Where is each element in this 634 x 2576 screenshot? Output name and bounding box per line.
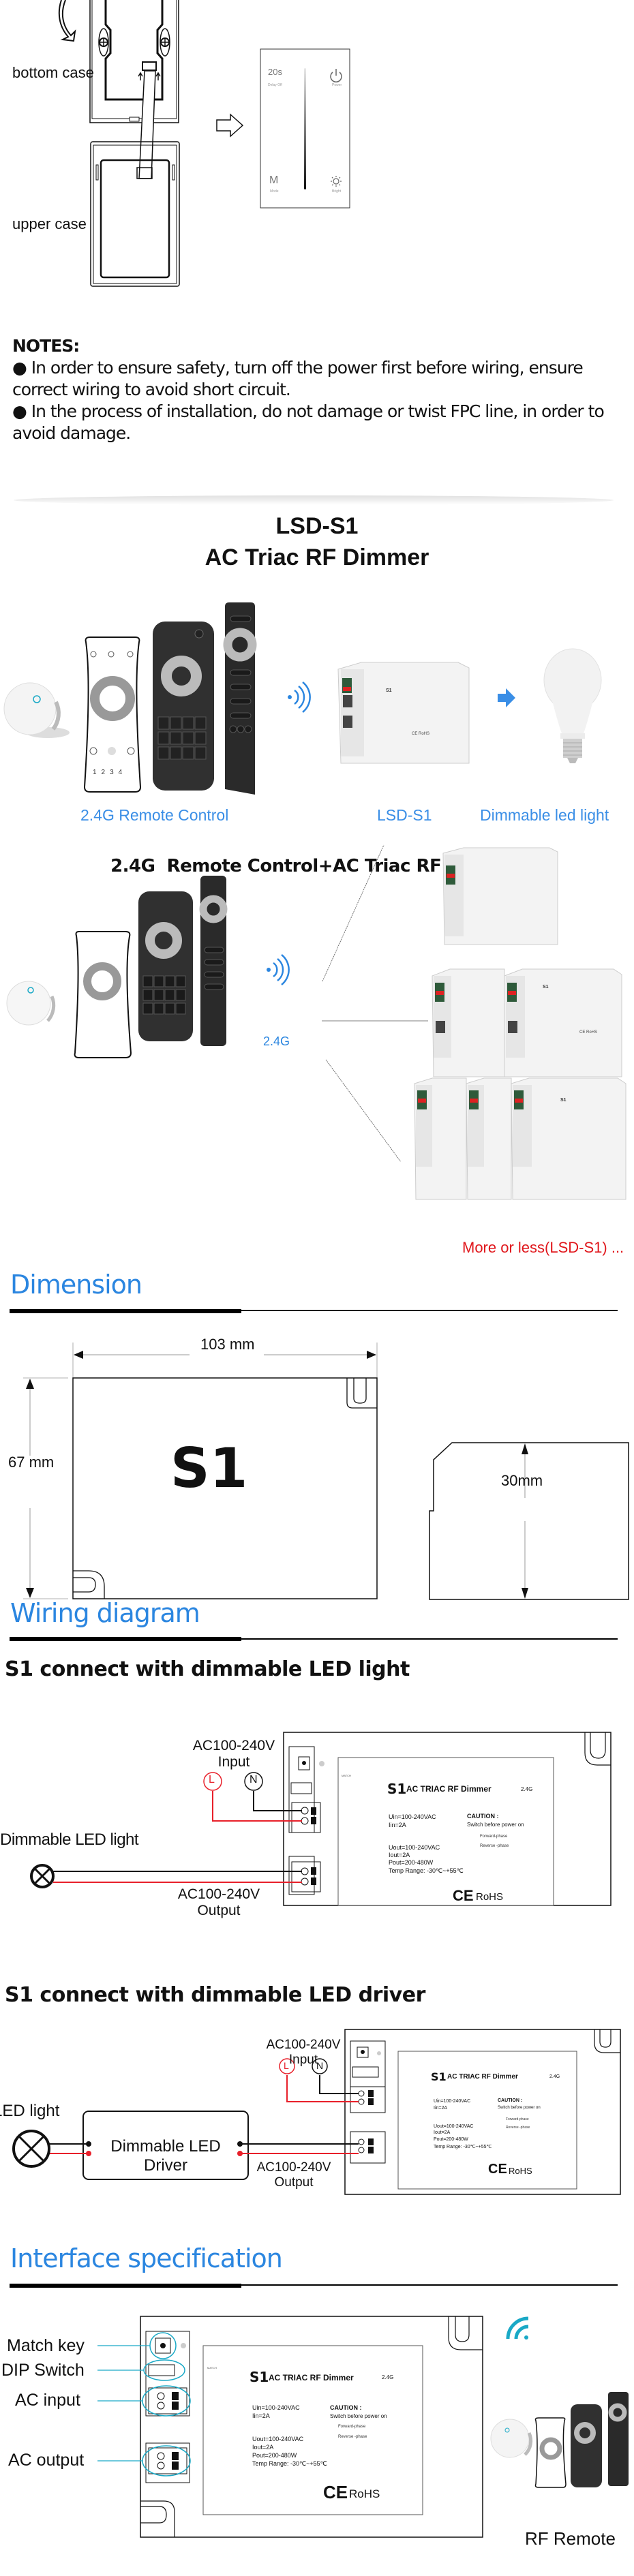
slim-remote-image (223, 602, 257, 795)
device-model-large: S1 (170, 1437, 248, 1500)
l-terminal-label: L (209, 1774, 215, 1785)
dimension-heading: Dimension (10, 1270, 142, 1300)
heading-rule-thin (241, 1638, 618, 1640)
plate-text: S1 AC TRIAC RF Dimmer 2.4G MATCH Uin=100… (207, 2366, 394, 2502)
output-label: AC100-240V Output (177, 1886, 260, 1918)
frequency-label: 2.4G (263, 1034, 290, 1048)
n-terminal-label: N (316, 2060, 324, 2071)
output-label: AC100-240V Output (256, 2160, 331, 2190)
black-remote-image (153, 622, 214, 791)
bottom-case-label: bottom case (12, 64, 94, 81)
panel-mode-label: Mode (270, 189, 279, 194)
dimmer-unit-image: S1 CE RoHS (432, 968, 622, 1077)
svg-text:CE RoHS: CE RoHS (412, 732, 429, 736)
load-label: LED light (0, 2102, 60, 2120)
svg-text:S1: S1 (543, 985, 549, 990)
caption-dimmable-light: Dimmable led light (480, 806, 609, 824)
device-side-outline (429, 1442, 629, 1600)
label-dip-switch: DIP Switch (1, 2361, 85, 2380)
installation-diagram (58, 0, 350, 287)
rf-remote-label: RF Remote (525, 2528, 616, 2549)
led-bulb-image (543, 648, 602, 763)
svg-text:CE RoHS: CE RoHS (579, 1030, 597, 1034)
product-name-title: AC Triac RF Dimmer (205, 545, 429, 570)
plate-text: S1 AC TRIAC RF Dimmer 2.4G MATCH Uin=100… (342, 1774, 533, 1904)
blue-arrow-icon (498, 688, 515, 707)
wireless-signal-icon (288, 681, 311, 713)
upper-case-drawing (90, 141, 180, 287)
panel-mode-value: M (269, 174, 279, 186)
remotes-group-image (6, 876, 228, 1058)
system-illustration: S1 CE RoHS S1 (6, 844, 627, 1200)
interface-heading: Interface specification (10, 2243, 283, 2273)
rotate-arrow-icon (58, 0, 76, 42)
bottom-case-drawing (89, 0, 179, 123)
input-label: AC100-240V Input (266, 2038, 341, 2067)
notes-title: NOTES: (12, 336, 80, 356)
notes-block: NOTES: ● In order to ensure safety, turn… (12, 335, 626, 444)
height-dimension: 67 mm (8, 1454, 55, 1471)
lamp-icon (30, 1864, 55, 1888)
dimmer-unit-image (442, 847, 558, 945)
upper-case-label: upper case (12, 215, 87, 232)
rf-remotes-image (490, 2392, 629, 2488)
note-item: ● In order to ensure safety, turn off th… (12, 358, 584, 399)
label-ac-input: AC input (15, 2391, 80, 2410)
note-item: ● In the process of installation, do not… (12, 401, 605, 443)
depth-dimension: 30mm (501, 1472, 543, 1489)
dimmer-unit-image: S1 CE RoHS (337, 662, 470, 764)
heading-rule-thick (10, 1637, 241, 1641)
fanout-line (325, 1059, 402, 1163)
lamp-icon (12, 2130, 50, 2168)
n-terminal-label: N (250, 1774, 258, 1785)
heading-rule-thick (10, 2284, 241, 2288)
product-lineup-illustration: 1234 S1 CE RoHS (3, 602, 602, 795)
more-or-less-note: More or less(LSD-S1) ... (462, 1239, 624, 1256)
wiring-diagram1-title: S1 connect with dimmable LED light (5, 1657, 410, 1681)
panel-bright-label: Bright (332, 189, 342, 194)
label-ac-output: AC output (8, 2451, 85, 2470)
wireless-signal-icon (267, 954, 290, 985)
wiring-diagram2-title: S1 connect with dimmable LED driver (5, 1983, 425, 2007)
dimmer-unit-image: S1 (414, 1077, 627, 1200)
fpc-cable (138, 70, 156, 179)
driver-label: Dimmable LED Driver (110, 2137, 221, 2175)
input-label: AC100-240V Input (192, 1738, 275, 1770)
panel-delay-value: 20s (268, 67, 282, 77)
dimming-slider (304, 68, 306, 189)
white-remote-numbers: 1234 (93, 769, 127, 776)
heading-rule-thick (10, 1309, 241, 1313)
panel-delay-label: Delay Off (268, 83, 282, 87)
heading-rule-thin (241, 1310, 618, 1311)
l-terminal-label: L (284, 2060, 289, 2071)
product-model-title: LSD-S1 (275, 513, 359, 539)
panel-power-label: Power (332, 83, 342, 87)
right-arrow-icon (216, 113, 244, 138)
caption-remote-control: 2.4G Remote Control (80, 806, 229, 824)
round-remote-image (3, 682, 70, 738)
load-label: Dimmable LED light (0, 1830, 139, 1849)
label-match-key: Match key (7, 2336, 85, 2355)
width-dimension: 103 mm (200, 1336, 255, 1353)
svg-text:S1: S1 (560, 1098, 567, 1103)
wiring-heading: Wiring diagram (10, 1598, 200, 1628)
heading-rule-thin (241, 2284, 618, 2286)
plate-text: S1 AC TRIAC RF Dimmer 2.4G Uin=100-240VA… (431, 2070, 560, 2177)
section-divider (14, 495, 614, 505)
svg-text:S1: S1 (386, 688, 392, 693)
rf-signal-icon (506, 2316, 529, 2340)
caption-dimmer: LSD-S1 (377, 806, 432, 824)
